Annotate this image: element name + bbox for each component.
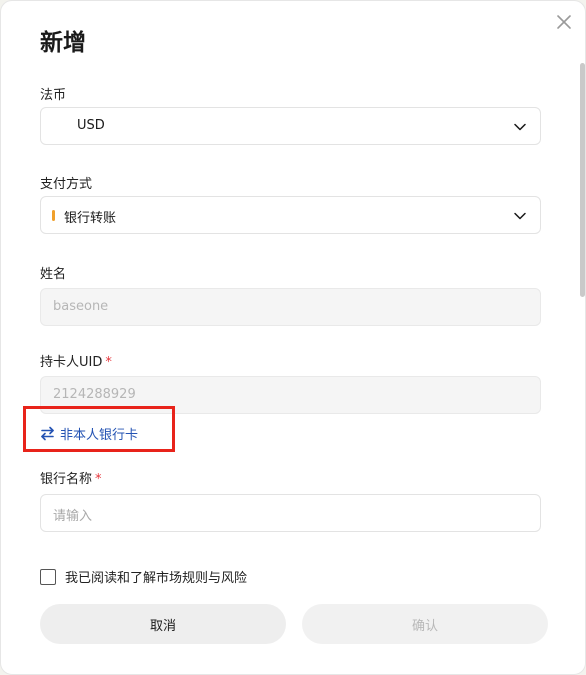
cancel-button[interactable]: 取消 [40,604,286,644]
required-mark: * [95,472,102,487]
uid-label-text: 持卡人UID [40,355,103,370]
non-self-bank-card-link[interactable]: 非本人银行卡 [40,424,138,443]
uid-value: 2124288929 [53,387,136,402]
swap-arrows-icon [41,426,54,441]
name-value: baseone [53,299,109,314]
close-icon [557,15,571,29]
uid-field: 2124288929 [40,376,541,414]
payment-method-select[interactable]: 银行转账 [40,196,541,234]
uid-label: 持卡人UID * [40,351,112,370]
required-mark: * [105,355,112,370]
fiat-label: 法币 [40,88,67,103]
chevron-down-icon [514,212,526,220]
non-self-bank-card-label: 非本人银行卡 [60,428,139,443]
name-label: 姓名 [40,267,67,282]
bank-name-placeholder: 请输入 [53,509,93,524]
close-button[interactable] [554,12,574,32]
agreement-row: 我已阅读和了解市场规则与风险 [40,567,247,586]
agreement-checkbox[interactable] [40,568,56,585]
payment-method-label: 支付方式 [40,177,93,192]
confirm-button[interactable]: 确认 [302,604,548,644]
dialog-title: 新增 [40,30,86,56]
fiat-select[interactable]: USD [40,107,541,145]
name-field: baseone [40,288,541,326]
bank-name-label-text: 银行名称 [40,472,93,487]
chevron-down-icon [514,123,526,131]
bank-name-label: 银行名称 * [40,468,102,487]
agreement-label[interactable]: 我已阅读和了解市场规则与风险 [65,567,247,586]
fiat-value: USD [77,118,105,133]
bank-name-input[interactable]: 请输入 [40,494,541,532]
payment-method-marker [52,210,55,221]
scrollbar[interactable] [580,63,585,297]
payment-method-value: 银行转账 [64,211,117,226]
add-payment-dialog: 新增 法币 USD 支付方式 银行转账 姓名 baseone 持卡人UID * 2… [0,0,586,675]
